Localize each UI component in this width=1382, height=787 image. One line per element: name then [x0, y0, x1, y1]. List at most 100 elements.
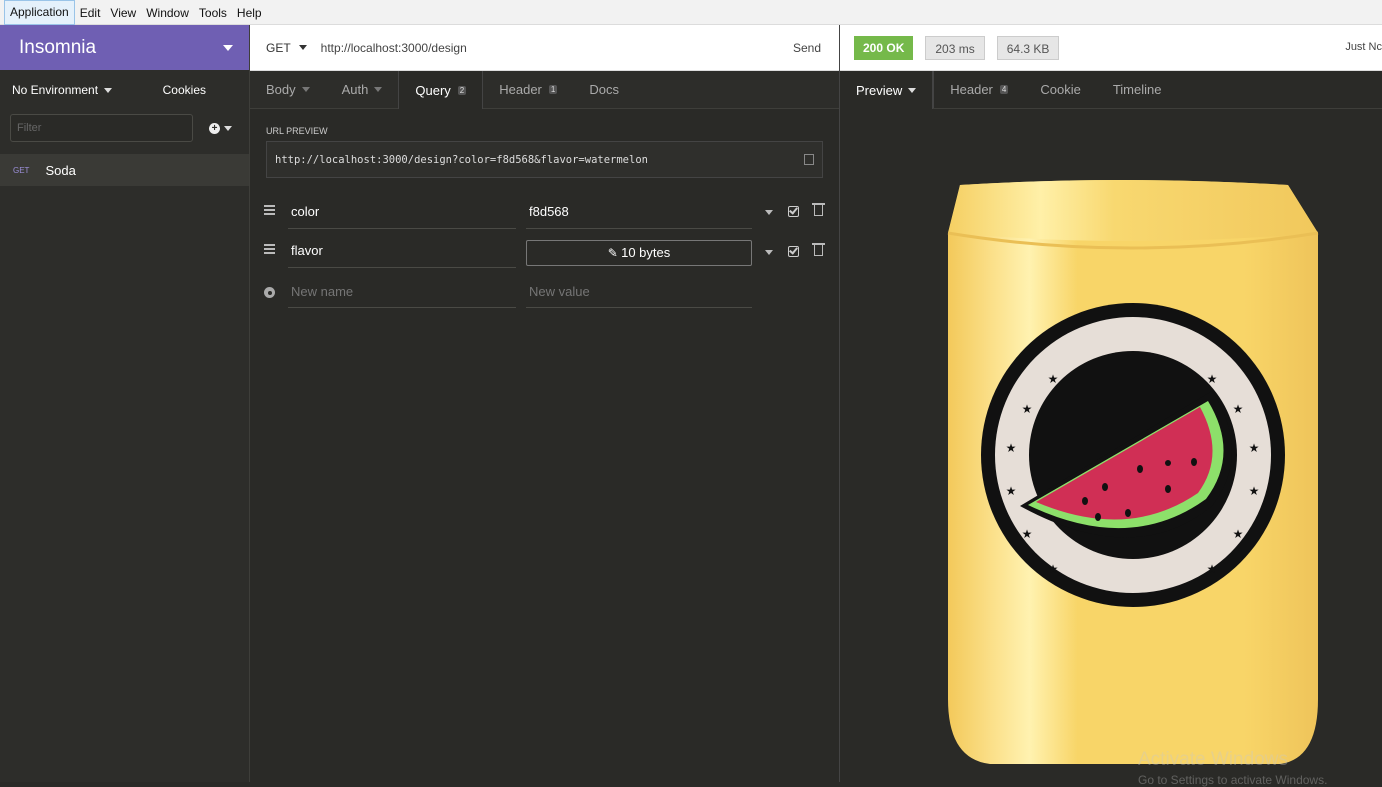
svg-text:★: ★ [1207, 372, 1218, 386]
svg-text:★: ★ [1006, 484, 1017, 498]
svg-text:★: ★ [1233, 402, 1244, 416]
new-value-input[interactable] [526, 276, 752, 308]
svg-text:★: ★ [1207, 562, 1218, 576]
url-preview: http://localhost:3000/design?color=f8d56… [266, 141, 823, 178]
query-editor: URL PREVIEW http://localhost:3000/design… [250, 109, 839, 782]
filter-row: + [0, 110, 249, 146]
svg-text:★: ★ [1006, 441, 1017, 455]
chevron-down-icon [298, 45, 307, 50]
tab-label: Body [266, 82, 296, 97]
tab-label: Preview [856, 82, 903, 98]
tab-label: Header [950, 82, 993, 97]
tab-query[interactable]: Query 2 [398, 71, 484, 109]
menu-window[interactable]: Window [141, 0, 194, 25]
response-preview: ★ ★ ★ ★ ★ ★ ★ ★ ★ ★ ★ ★ Activate Windows Go to… [840, 109, 1382, 787]
chevron-down-icon [224, 125, 232, 131]
activate-windows-watermark: Activate Windows [1138, 749, 1288, 770]
request-method: GET [13, 165, 30, 175]
gear-icon[interactable] [264, 287, 275, 298]
request-name: Soda [45, 162, 76, 178]
method-dropdown[interactable]: GET [266, 41, 307, 55]
plus-circle-icon: + [209, 122, 220, 134]
tab-docs[interactable]: Docs [573, 71, 635, 108]
sidebar-item-soda[interactable]: GET Soda [0, 154, 249, 186]
svg-text:★: ★ [1233, 527, 1244, 541]
chevron-down-icon [223, 44, 233, 51]
tab-label: Header [499, 82, 542, 97]
tab-preview[interactable]: Preview [840, 71, 934, 109]
request-tabs: Body Auth Query 2 Header 1 Docs [250, 71, 839, 109]
svg-text:★: ★ [1249, 484, 1260, 498]
count-badge: 4 [999, 85, 1009, 94]
response-status-bar: 200 OK 203 ms 64.3 KB Just Nc [840, 25, 1382, 71]
tab-header[interactable]: Header 4 [933, 71, 1024, 108]
status-badge: 200 OK [854, 35, 914, 60]
response-timestamp: Just Nc [1345, 41, 1382, 53]
svg-text:★: ★ [1048, 372, 1059, 386]
menu-view[interactable]: View [105, 0, 141, 25]
tab-header[interactable]: Header 1 [483, 71, 573, 108]
menu-tools[interactable]: Tools [194, 0, 232, 25]
count-badge: 2 [457, 85, 467, 95]
drag-handle-icon[interactable] [264, 205, 275, 217]
chevron-down-icon [374, 87, 383, 92]
method-label: GET [266, 40, 291, 55]
response-size: 64.3 KB [996, 35, 1060, 60]
menu-application[interactable]: Application [4, 0, 75, 25]
tab-label: Docs [589, 82, 619, 97]
add-request-button[interactable]: + [209, 122, 232, 134]
chevron-down-icon[interactable] [765, 250, 773, 255]
environment-label: No Environment [12, 83, 99, 97]
trash-icon[interactable] [812, 203, 825, 216]
app-title: Insomnia [19, 36, 97, 58]
response-time: 203 ms [925, 35, 985, 60]
chevron-down-icon [104, 87, 113, 93]
param-name-input[interactable]: flavor [288, 236, 516, 268]
url-bar: GET http://localhost:3000/design Send [250, 25, 839, 71]
soda-can-image: ★ ★ ★ ★ ★ ★ ★ ★ ★ ★ ★ ★ [947, 180, 1319, 764]
param-value-input[interactable]: f8d568 [526, 197, 752, 229]
send-button[interactable]: Send [793, 41, 821, 55]
environment-dropdown[interactable]: No Environment [12, 83, 113, 97]
cookies-button[interactable]: Cookies [163, 83, 206, 97]
query-param-row: color f8d568 [250, 197, 839, 231]
edit-multiline-button[interactable]: ✎ 10 bytes [526, 240, 752, 266]
svg-text:★: ★ [1022, 527, 1033, 541]
response-pane: 200 OK 203 ms 64.3 KB Just Nc Preview He… [840, 25, 1382, 787]
checkbox-icon[interactable] [788, 246, 799, 257]
request-pane: GET http://localhost:3000/design Send Bo… [250, 25, 840, 782]
new-name-input[interactable] [288, 276, 516, 308]
menu-bar: Application Edit View Window Tools Help [0, 0, 1382, 25]
chevron-down-icon[interactable] [765, 210, 773, 215]
activate-windows-hint: Go to Settings to activate Windows. [1138, 773, 1328, 787]
svg-text:★: ★ [1048, 562, 1059, 576]
response-tabs: Preview Header 4 Cookie Timeline [840, 71, 1382, 109]
edit-icon: ✎ [607, 246, 622, 260]
tab-label: Auth [341, 82, 369, 97]
sidebar: Insomnia No Environment Cookies + GET So… [0, 25, 250, 782]
drag-handle-icon[interactable] [264, 244, 275, 256]
url-preview-label: URL PREVIEW [266, 126, 328, 136]
param-name-input[interactable]: color [288, 197, 516, 229]
trash-icon[interactable] [812, 243, 825, 256]
count-badge: 1 [548, 85, 558, 94]
tab-cookie[interactable]: Cookie [1024, 71, 1096, 108]
tab-label: Cookie [1040, 82, 1081, 97]
chevron-down-icon [301, 87, 310, 92]
filter-input[interactable] [10, 114, 193, 142]
workspace-dropdown[interactable]: Insomnia [0, 25, 249, 70]
url-input[interactable]: http://localhost:3000/design [321, 41, 793, 55]
menu-edit[interactable]: Edit [75, 0, 106, 25]
svg-text:★: ★ [1249, 441, 1260, 455]
svg-text:★: ★ [1022, 402, 1033, 416]
tab-timeline[interactable]: Timeline [1097, 71, 1178, 108]
tab-label: Query [415, 82, 451, 98]
environment-row: No Environment Cookies [0, 70, 249, 110]
chevron-down-icon [908, 87, 917, 93]
checkbox-icon[interactable] [788, 206, 799, 217]
tab-body[interactable]: Body [250, 71, 326, 108]
new-param-row [250, 276, 839, 310]
menu-help[interactable]: Help [232, 0, 267, 25]
tab-auth[interactable]: Auth [326, 71, 399, 108]
copy-icon[interactable] [804, 154, 814, 165]
